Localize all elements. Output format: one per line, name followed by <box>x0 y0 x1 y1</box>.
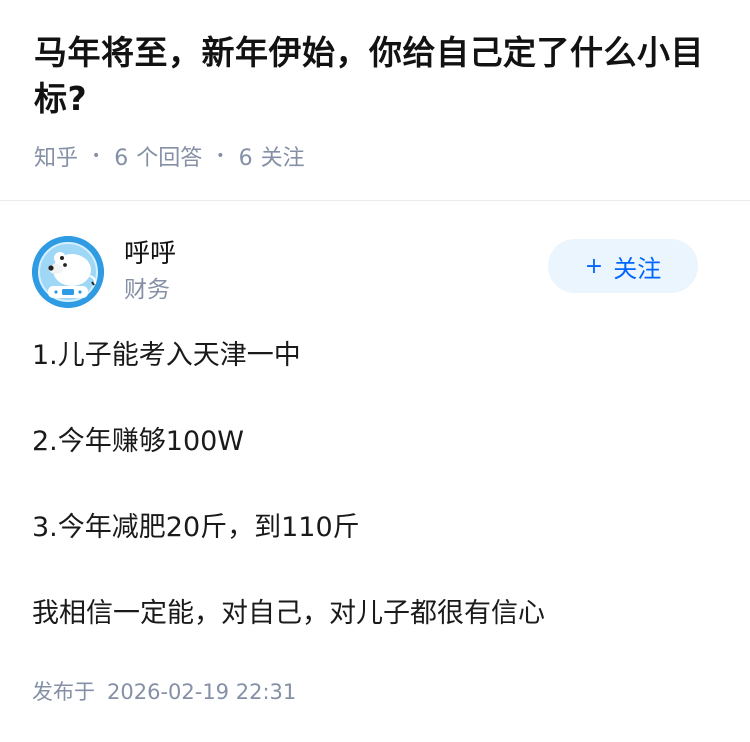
publish-time: 发布于 2026-02-19 22:31 <box>32 676 296 706</box>
answer-card: 呼呼 财务 + 关注 1.儿子能考入天津一中 2.今年赚够100W 3.今年减肥… <box>32 232 698 682</box>
answer-paragraph: 3.今年减肥20斤，到110斤 <box>32 512 360 543</box>
publish-date: 2026-02-19 22:31 <box>107 680 297 704</box>
author-name[interactable]: 呼呼 <box>124 237 548 271</box>
answer-paragraph: 我相信一定能，对自己，对儿子都很有信心 <box>32 598 545 629</box>
follow-button-label: 关注 <box>613 254 662 283</box>
meta-separator-dot: • <box>216 148 225 164</box>
publish-label: 发布于 <box>32 680 95 704</box>
question-source[interactable]: 知乎 <box>34 140 78 172</box>
author-row: 呼呼 财务 + 关注 <box>32 232 698 312</box>
author-tag: 财务 <box>124 277 170 303</box>
meta-separator-dot: • <box>92 148 101 164</box>
author-info: 呼呼 财务 <box>124 237 548 307</box>
question-header: 马年将至，新年伊始，你给自己定了什么小目标? 知乎 • 6 个回答 • 6 关注 <box>0 0 750 172</box>
follow-button[interactable]: + 关注 <box>548 239 698 293</box>
avatar[interactable] <box>32 236 104 308</box>
plus-icon: + <box>584 253 604 279</box>
answer-count: 6 <box>114 146 129 171</box>
follower-count-label: 关注 <box>260 146 305 171</box>
follower-count: 6 <box>238 146 253 171</box>
answer-paragraph: 1.儿子能考入天津一中 <box>32 340 301 371</box>
section-divider <box>0 200 750 201</box>
follower-count-link[interactable]: 6 关注 <box>239 140 305 172</box>
answer-count-link[interactable]: 6 个回答 <box>114 140 202 172</box>
answer-count-label: 个回答 <box>136 146 203 171</box>
answer-paragraph: 2.今年赚够100W <box>32 426 244 457</box>
polar-bear-astronaut-icon <box>32 236 104 308</box>
answer-content: 1.儿子能考入天津一中 2.今年赚够100W 3.今年减肥20斤，到110斤 我… <box>32 338 698 632</box>
question-title[interactable]: 马年将至，新年伊始，你给自己定了什么小目标? <box>34 30 716 122</box>
question-meta: 知乎 • 6 个回答 • 6 关注 <box>34 140 716 172</box>
